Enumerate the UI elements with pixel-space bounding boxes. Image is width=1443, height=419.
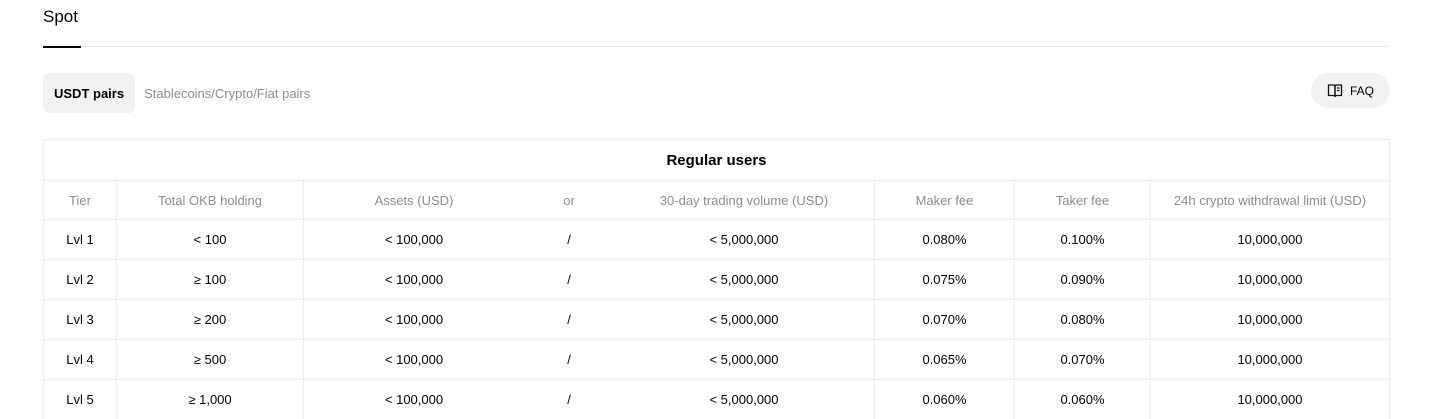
- filter-usdt-pairs[interactable]: USDT pairs: [43, 73, 136, 113]
- header-trading-volume: 30-day trading volume (USD): [614, 181, 875, 219]
- table-row: Lvl 3 ≥ 200 < 100,000 / < 5,000,000 0.07…: [44, 300, 1389, 340]
- cell-assets: < 100,000: [384, 312, 444, 327]
- cell-maker-fee: 0.080%: [875, 220, 1015, 259]
- table-row: Lvl 4 ≥ 500 < 100,000 / < 5,000,000 0.06…: [44, 340, 1389, 380]
- book-icon: [1327, 83, 1343, 98]
- cell-assets: < 100,000: [384, 232, 444, 247]
- fee-schedule-page: Spot USDT pairs Stablecoins/Crypto/Fiat …: [0, 0, 1443, 419]
- cell-taker-fee: 0.090%: [1015, 260, 1151, 299]
- cell-tier: Lvl 2: [44, 260, 117, 299]
- table-header-row: Tier Total OKB holding Assets (USD) or 3…: [44, 181, 1389, 220]
- tab-spot-label: Spot: [43, 7, 78, 26]
- faq-button[interactable]: FAQ: [1311, 73, 1390, 108]
- cell-maker-fee: 0.060%: [875, 380, 1015, 419]
- cell-tier: Lvl 5: [44, 380, 117, 419]
- cell-assets: < 100,000: [384, 392, 444, 407]
- header-assets: Assets (USD): [374, 192, 454, 208]
- cell-tier: Lvl 1: [44, 220, 117, 259]
- cell-withdrawal-limit: 10,000,000: [1237, 352, 1303, 367]
- cell-withdrawal-limit: 10,000,000: [1237, 312, 1303, 327]
- regular-users-fee-table: Regular users Tier Total OKB holding Ass…: [43, 139, 1390, 419]
- cell-tier: Lvl 3: [44, 300, 117, 339]
- cell-trading-volume: < 5,000,000: [614, 220, 875, 259]
- cell-trading-volume: < 5,000,000: [614, 380, 875, 419]
- active-tab-indicator: [43, 46, 81, 48]
- cell-okb-holding: < 100: [117, 220, 304, 259]
- cell-or: /: [567, 392, 571, 407]
- cell-withdrawal-limit: 10,000,000: [1237, 392, 1303, 407]
- cell-okb-holding: ≥ 1,000: [117, 380, 304, 419]
- cell-trading-volume: < 5,000,000: [614, 300, 875, 339]
- section-tab-bar: Spot: [43, 0, 1390, 48]
- header-taker-fee: Taker fee: [1015, 181, 1151, 219]
- cell-taker-fee: 0.080%: [1015, 300, 1151, 339]
- cell-maker-fee: 0.070%: [875, 300, 1015, 339]
- cell-trading-volume: < 5,000,000: [614, 260, 875, 299]
- table-title: Regular users: [44, 140, 1389, 181]
- header-okb-holding: Total OKB holding: [117, 181, 304, 219]
- tab-spot[interactable]: Spot: [43, 7, 82, 48]
- cell-okb-holding: ≥ 100: [117, 260, 304, 299]
- cell-maker-fee: 0.075%: [875, 260, 1015, 299]
- cell-or: /: [567, 352, 571, 367]
- cell-assets: < 100,000: [384, 272, 444, 287]
- cell-trading-volume: < 5,000,000: [614, 340, 875, 379]
- cell-withdrawal-limit: 10,000,000: [1237, 232, 1303, 247]
- cell-withdrawal-limit: 10,000,000: [1237, 272, 1303, 287]
- table-row: Lvl 2 ≥ 100 < 100,000 / < 5,000,000 0.07…: [44, 260, 1389, 300]
- header-withdrawal-limit: 24h crypto withdrawal limit (USD): [1173, 192, 1367, 208]
- cell-taker-fee: 0.060%: [1015, 380, 1151, 419]
- header-tier: Tier: [44, 181, 117, 219]
- cell-okb-holding: ≥ 500: [117, 340, 304, 379]
- cell-assets: < 100,000: [384, 352, 444, 367]
- cell-taker-fee: 0.070%: [1015, 340, 1151, 379]
- cell-taker-fee: 0.100%: [1015, 220, 1151, 259]
- table-row: Lvl 5 ≥ 1,000 < 100,000 / < 5,000,000 0.…: [44, 380, 1389, 419]
- header-maker-fee: Maker fee: [875, 181, 1015, 219]
- cell-tier: Lvl 4: [44, 340, 117, 379]
- cell-okb-holding: ≥ 200: [117, 300, 304, 339]
- cell-or: /: [567, 232, 571, 247]
- table-row: Lvl 1 < 100 < 100,000 / < 5,000,000 0.08…: [44, 220, 1389, 260]
- cell-maker-fee: 0.065%: [875, 340, 1015, 379]
- cell-or: /: [567, 312, 571, 327]
- faq-label: FAQ: [1349, 83, 1374, 98]
- filter-stablecoins-crypto-fiat-pairs[interactable]: Stablecoins/Crypto/Fiat pairs: [144, 73, 321, 113]
- header-or: or: [563, 192, 575, 208]
- cell-or: /: [567, 272, 571, 287]
- pair-filter-group: USDT pairs Stablecoins/Crypto/Fiat pairs: [43, 73, 321, 113]
